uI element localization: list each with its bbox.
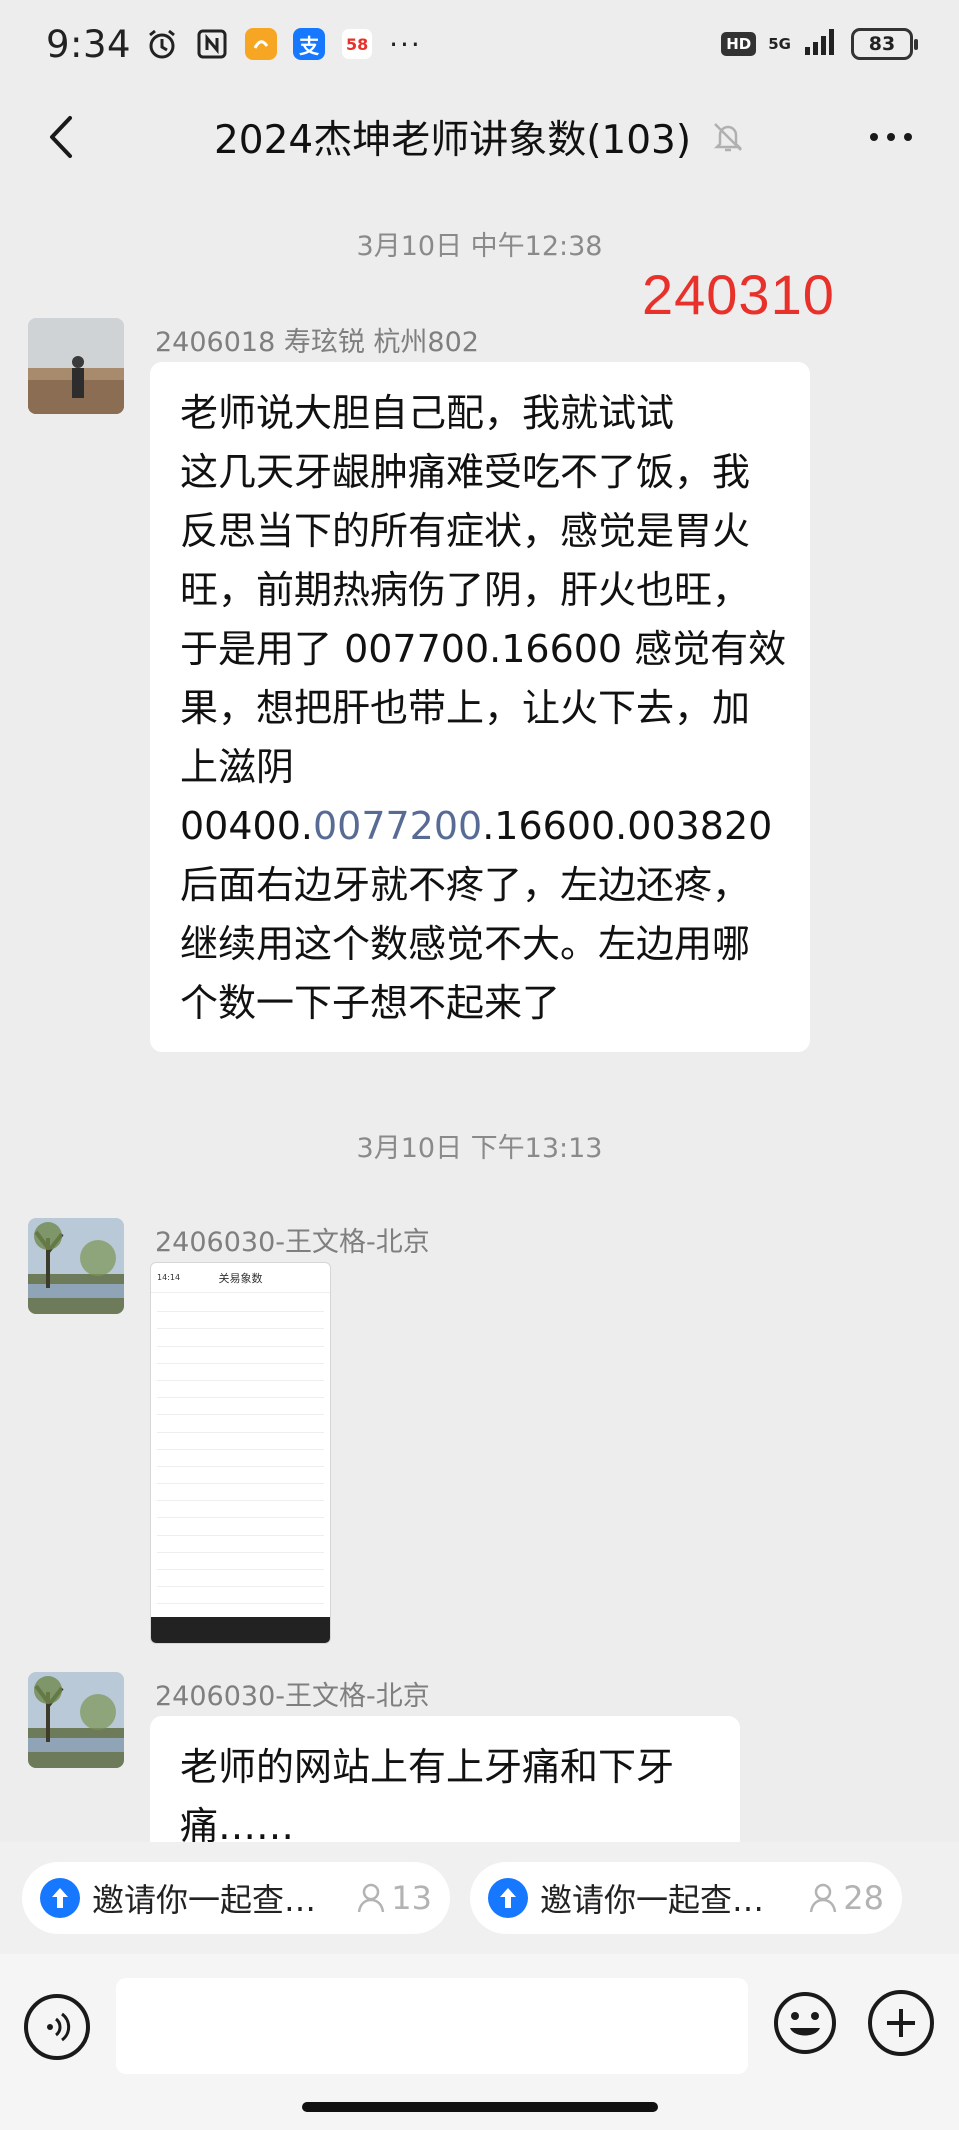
mute-bell-icon [711, 120, 745, 154]
network-label: 5G [768, 34, 791, 53]
arrow-up-icon [488, 1878, 528, 1918]
message-line: 后面右边牙就不疼了，左边还疼， [180, 863, 751, 907]
message-line: 于是用了 007700.16600 感觉有效 [180, 627, 787, 671]
voice-input-button[interactable] [24, 1994, 90, 2060]
image-row [157, 1364, 324, 1381]
more-dots-icon [870, 133, 912, 141]
image-message[interactable]: 14:14 关易象数 [150, 1262, 331, 1644]
number-text: 00400. [180, 804, 313, 848]
message-input[interactable] [116, 1978, 748, 2074]
invite-chip[interactable]: 邀请你一起查… 28 [470, 1862, 902, 1934]
participant-count: 13 [357, 1879, 432, 1917]
chat-title: 2024杰坤老师讲象数(103) [213, 118, 692, 163]
message-line: 00400.0077200.16600.003820 [180, 797, 782, 856]
image-row [157, 1312, 324, 1330]
red-annotation-text: 240310 [642, 263, 835, 326]
number-link[interactable]: 0077200 [313, 804, 482, 848]
number-text: .16600.003820 [482, 804, 773, 848]
nfc-icon [195, 27, 229, 61]
person-icon [810, 1883, 837, 1913]
signal-icon [803, 27, 839, 62]
message-line: 继续用这个数感觉不大。左边用哪 [180, 922, 751, 966]
hd-icon: HD [721, 32, 757, 56]
message-timestamp: 3月10日 中午12:38 [356, 231, 603, 262]
status-notification-icons: 支 58 ··· [145, 27, 422, 61]
image-row [157, 1450, 324, 1467]
more-options-button[interactable] [863, 114, 919, 160]
image-row [157, 1433, 324, 1450]
image-title: 关易象数 [218, 1271, 263, 1285]
avatar[interactable] [28, 318, 124, 414]
image-row [157, 1295, 324, 1313]
image-row [157, 1553, 324, 1570]
image-rows [151, 1293, 330, 1606]
invite-chip[interactable]: 邀请你一起查… 13 [22, 1862, 450, 1934]
more-notifications-icon: ··· [389, 27, 422, 61]
image-row [157, 1536, 324, 1553]
image-row [157, 1484, 324, 1502]
more-functions-button[interactable] [868, 1990, 934, 2056]
image-header: 14:14 关易象数 [151, 1263, 330, 1293]
participant-count-value: 28 [843, 1879, 884, 1917]
message-timestamp: 3月10日 下午13:13 [356, 1133, 603, 1164]
participant-count-value: 13 [391, 1879, 432, 1917]
smiley-icon [774, 1992, 836, 2054]
message-line: 果，想把肝也带上，让火下去，加 [180, 686, 751, 730]
app-58-icon: 58 [341, 28, 374, 60]
sender-name: 2406018 寿玹锐 杭州802 [155, 327, 479, 358]
image-row [157, 1398, 324, 1416]
message-line: 反思当下的所有症状，感觉是胃火 [180, 509, 751, 553]
voice-icon [47, 2012, 71, 2042]
image-time: 14:14 [157, 1273, 181, 1282]
sender-name: 2406030-王文格-北京 [155, 1681, 430, 1712]
status-right: HD 5G 83 [721, 27, 918, 62]
emoji-button[interactable] [772, 1990, 838, 2056]
image-row [157, 1587, 324, 1605]
participant-count: 28 [809, 1879, 884, 1917]
image-row [157, 1518, 324, 1536]
sender-name: 2406030-王文格-北京 [155, 1227, 430, 1258]
home-indicator[interactable] [302, 2102, 658, 2112]
image-row [157, 1467, 324, 1485]
message-bubble[interactable]: 老师说大胆自己配，我就试试 这几天牙龈肿痛难受吃不了饭，我 反思当下的所有症状，… [150, 362, 810, 1052]
image-row [157, 1415, 324, 1433]
avatar[interactable] [28, 1672, 124, 1768]
avatar[interactable] [28, 1218, 124, 1314]
image-row [157, 1570, 324, 1588]
person-icon [358, 1883, 385, 1913]
message-line: 老师说大胆自己配，我就试试 [180, 391, 675, 435]
battery-icon: 83 [851, 28, 918, 60]
message-line: 这几天牙龈肿痛难受吃不了饭，我 [180, 450, 751, 494]
chevron-left-icon [50, 116, 72, 158]
network-indicator: 5G [768, 34, 791, 53]
status-bar: 9:34 支 58 ··· HD 5G 83 [0, 0, 959, 88]
invite-bar: 邀请你一起查… 13 邀请你一起查… 28 [0, 1842, 959, 1954]
message-line: 上滋阴 [180, 745, 295, 789]
back-button[interactable] [34, 110, 88, 164]
message-line: 个数一下子想不起来了 [180, 981, 561, 1025]
alarm-icon [145, 27, 179, 61]
plus-icon [887, 2009, 915, 2037]
message-line: 老师的网站上有上牙痛和下牙 [180, 1745, 675, 1789]
alipay-icon: 支 [293, 28, 326, 60]
message-line: 旺，前期热病伤了阴，肝火也旺， [180, 568, 751, 612]
invite-label: 邀请你一起查… [92, 1881, 317, 1919]
app-notification-icon [245, 28, 278, 60]
image-row [157, 1501, 324, 1519]
chat-header: 2024杰坤老师讲象数(103) [0, 88, 959, 186]
image-row [157, 1347, 324, 1364]
arrow-up-icon [40, 1878, 80, 1918]
status-time: 9:34 [46, 22, 132, 66]
battery-level: 83 [868, 33, 896, 55]
invite-label: 邀请你一起查… [540, 1881, 765, 1919]
image-footer [151, 1617, 330, 1643]
image-row [157, 1381, 324, 1399]
image-row [157, 1329, 324, 1347]
